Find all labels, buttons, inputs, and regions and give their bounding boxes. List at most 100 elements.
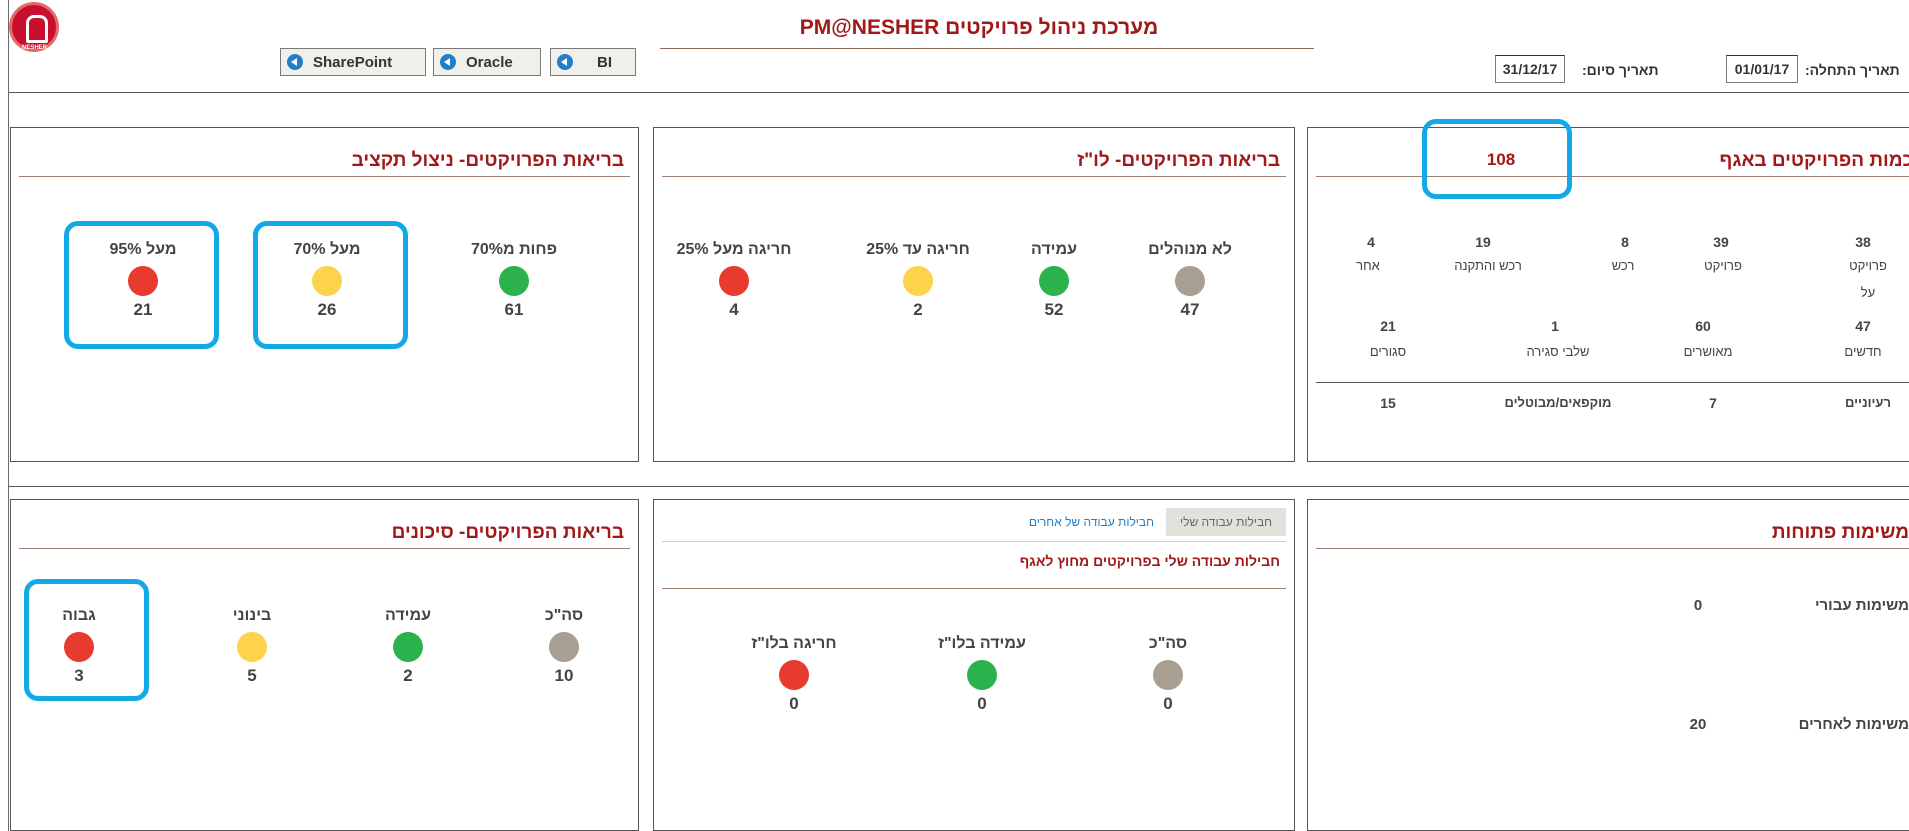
panel-title: בריאות הפרויקטים- לו"ז — [1077, 150, 1280, 171]
indicator-label: סה"כ — [544, 607, 584, 624]
panel-divider — [19, 176, 630, 177]
count-value: 21 — [1380, 318, 1396, 334]
count-value: 1 — [1551, 318, 1559, 334]
section-divider — [9, 486, 1909, 487]
indicator-label: עמידה — [1031, 241, 1077, 258]
count-label: חדשים — [1844, 344, 1882, 359]
schedule-on-track[interactable]: עמידה 52 — [984, 241, 1124, 320]
highlight-box — [1422, 119, 1572, 199]
tab-others-work-packages[interactable]: חבילות עבודה של אחרים — [1029, 515, 1154, 529]
count-label: רכש והתקנה — [1454, 258, 1522, 273]
indicator-value: 0 — [977, 694, 987, 713]
wp-schedule-on-track[interactable]: עמידה בלו"ז 0 — [912, 635, 1052, 714]
panel-divider — [1316, 548, 1909, 549]
indicator-value: 5 — [247, 666, 257, 685]
indicator-label: עמידה בלו"ז — [938, 635, 1026, 652]
header-divider — [9, 92, 1909, 93]
title-divider — [660, 48, 1314, 49]
red-status-dot — [779, 660, 809, 690]
indicator-value: 0 — [789, 694, 799, 713]
panel-divider — [662, 588, 1286, 589]
back-arrow-icon — [557, 54, 573, 70]
row-divider — [1316, 382, 1909, 383]
tasks-for-me-label: משימות עבורי — [1815, 597, 1909, 614]
oracle-button[interactable]: Oracle — [433, 48, 541, 76]
count-label: פרויקט — [1849, 258, 1887, 273]
indicator-value: 52 — [1044, 300, 1064, 319]
logo-text: NESHER — [22, 45, 48, 51]
count-label-extra: על — [1860, 285, 1876, 300]
app-title: PM@NESHER מערכת ניהול פרויקטים — [799, 16, 1159, 39]
end-date-field[interactable]: 31/12/17 — [1495, 55, 1565, 83]
oracle-label: Oracle — [466, 53, 513, 71]
indicator-value: 10 — [554, 666, 574, 685]
highlight-box — [24, 579, 149, 701]
count-value: 4 — [1367, 234, 1375, 250]
panel-divider — [1316, 176, 1909, 177]
risk-medium[interactable]: בינוני 5 — [182, 607, 322, 686]
start-date-label: תאריך התחלה: — [1805, 62, 1900, 78]
dashboard-frame: NESHER SharePoint Oracle BI PM@NESHER מע… — [8, 0, 1909, 831]
indicator-value: 0 — [1163, 694, 1173, 713]
wp-schedule-overrun[interactable]: חריגה בלו"ז 0 — [724, 635, 864, 714]
indicator-value: 47 — [1180, 300, 1200, 319]
count-value: 47 — [1855, 318, 1871, 334]
open-tasks-panel: משימות פתוחות משימות עבורי 0 משימות לאחר… — [1307, 499, 1909, 831]
indicator-value: 4 — [729, 300, 739, 319]
red-status-dot — [719, 266, 749, 296]
indicator-value: 2 — [403, 666, 413, 685]
work-packages-subtitle: חבילות עבודה שלי בפרויקטים מחוץ לאגף — [1019, 553, 1280, 569]
count-label: רעיוניים — [1845, 395, 1891, 410]
count-value: 8 — [1621, 234, 1629, 250]
bi-label: BI — [597, 53, 612, 71]
gray-status-dot — [1153, 660, 1183, 690]
count-value: 38 — [1855, 234, 1871, 250]
green-status-dot — [499, 266, 529, 296]
project-count-panel: כמות הפרויקטים באגף 108 4 19 8 39 38 אחר… — [1307, 127, 1909, 462]
back-arrow-icon — [440, 54, 456, 70]
indicator-label: בינוני — [232, 607, 272, 624]
tasks-for-others-value[interactable]: 20 — [1683, 716, 1713, 733]
tasks-for-others-label: משימות לאחרים — [1798, 716, 1909, 733]
sharepoint-label: SharePoint — [313, 53, 393, 71]
schedule-health-panel: בריאות הפרויקטים- לו"ז חריגה מעל 25% 4 ח… — [653, 127, 1295, 462]
back-arrow-icon — [287, 54, 303, 70]
indicator-label: חריגה בלו"ז — [751, 635, 837, 652]
yellow-status-dot — [903, 266, 933, 296]
green-status-dot — [967, 660, 997, 690]
tab-my-work-packages[interactable]: חבילות עבודה שלי — [1166, 508, 1286, 536]
gray-status-dot — [1175, 266, 1205, 296]
indicator-value: 2 — [913, 300, 923, 319]
bi-button[interactable]: BI — [550, 48, 636, 76]
schedule-up-to-25[interactable]: חריגה עד 25% 2 — [848, 241, 988, 320]
count-label: מאושרים — [1683, 344, 1733, 359]
gray-status-dot — [549, 632, 579, 662]
indicator-label: חריגה מעל 25% — [676, 241, 792, 258]
highlight-box — [64, 221, 219, 349]
green-status-dot — [1039, 266, 1069, 296]
tab-divider — [662, 541, 1286, 542]
budget-under-70[interactable]: פחות מ70% 61 — [444, 241, 584, 320]
start-date-field[interactable]: 01/01/17 — [1726, 55, 1798, 83]
count-value: 39 — [1713, 234, 1729, 250]
green-status-dot — [393, 632, 423, 662]
count-label: רכש — [1611, 258, 1635, 273]
count-value: 60 — [1695, 318, 1711, 334]
sharepoint-button[interactable]: SharePoint — [280, 48, 426, 76]
risk-total[interactable]: סה"כ 10 — [494, 607, 634, 686]
wp-total[interactable]: סה"כ 0 — [1098, 635, 1238, 714]
indicator-value: 61 — [504, 300, 524, 319]
panel-title: משימות פתוחות — [1771, 522, 1909, 543]
count-label: מוקפאים/מבוטלים — [1504, 395, 1612, 410]
yellow-status-dot — [237, 632, 267, 662]
schedule-unmanaged[interactable]: לא מנוהלים 47 — [1120, 241, 1260, 320]
indicator-label: עמידה — [385, 607, 431, 624]
indicator-label: חריגה עד 25% — [866, 241, 970, 258]
schedule-over-25[interactable]: חריגה מעל 25% 4 — [664, 241, 804, 320]
panel-title: כמות הפרויקטים באגף — [1719, 150, 1909, 171]
tasks-for-me-value[interactable]: 0 — [1683, 597, 1713, 614]
risk-on-track[interactable]: עמידה 2 — [338, 607, 478, 686]
work-packages-panel: חבילות עבודה שלי חבילות עבודה של אחרים ח… — [653, 499, 1295, 831]
count-value: 19 — [1475, 234, 1491, 250]
indicator-label: סה"כ — [1148, 635, 1188, 652]
